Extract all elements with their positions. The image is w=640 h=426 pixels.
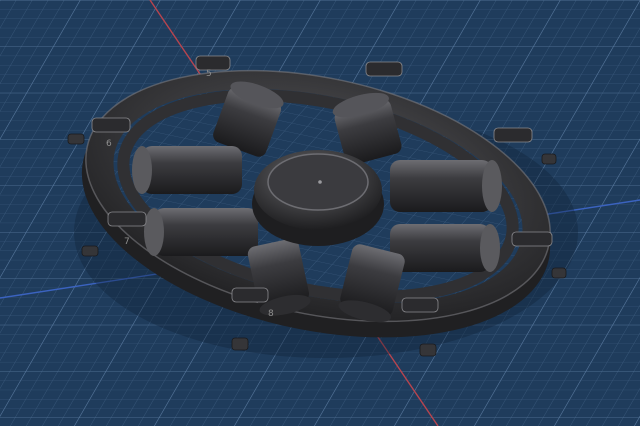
rim-label-8: 8 bbox=[268, 309, 274, 319]
cad-viewport[interactable]: 5 6 7 8 bbox=[0, 0, 640, 426]
rim-label-6: 6 bbox=[106, 139, 112, 149]
model-canvas[interactable]: 5 6 7 8 bbox=[0, 0, 640, 426]
center-hub bbox=[252, 150, 384, 246]
rim-label-7: 7 bbox=[124, 237, 130, 247]
rim-label-5: 5 bbox=[206, 69, 212, 79]
